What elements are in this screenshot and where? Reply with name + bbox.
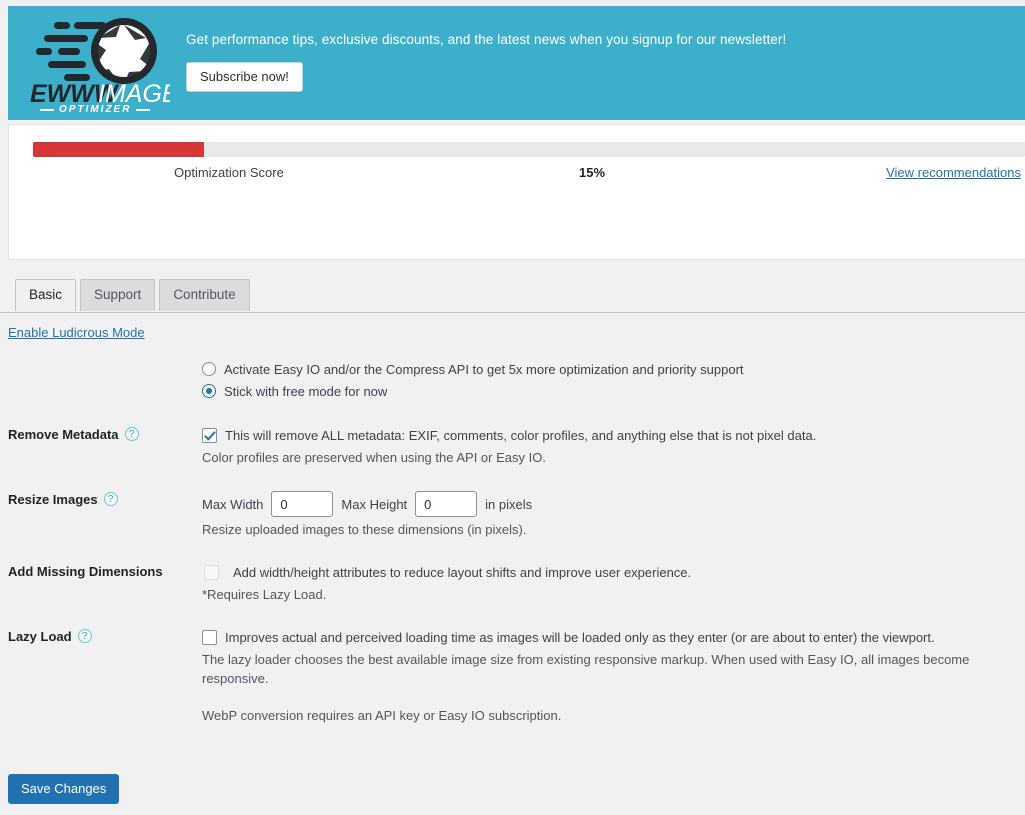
optimization-score-bar-track: [33, 142, 1025, 157]
add-missing-dimensions-option: Add width/height attributes to reduce la…: [202, 563, 1015, 582]
remove-metadata-description: Color profiles are preserved when using …: [202, 450, 546, 465]
add-missing-dimensions-body: Add width/height attributes to reduce la…: [202, 563, 1025, 604]
add-missing-dimensions-title: Add Missing Dimensions: [8, 564, 163, 579]
add-missing-dimensions-checkbox-label: Add width/height attributes to reduce la…: [233, 565, 692, 580]
remove-metadata-row: Remove Metadata ? This will remove ALL m…: [0, 426, 1025, 467]
lazy-load-label-cell: Lazy Load ?: [0, 628, 202, 688]
mode-label-cell: [0, 360, 202, 404]
optimization-score-value: 15%: [579, 165, 606, 180]
optimization-score-label: Optimization Score: [174, 165, 284, 180]
logo-tagline: OPTIMIZER: [59, 104, 132, 115]
resize-dimensions-line: Max Width Max Height in pixels: [202, 491, 1015, 517]
lazy-load-row: Lazy Load ? Improves actual and perceive…: [0, 628, 1025, 688]
lazy-load-option[interactable]: Improves actual and perceived loading ti…: [202, 628, 1015, 647]
mode-row: Activate Easy IO and/or the Compress API…: [0, 360, 1025, 404]
subscribe-button[interactable]: Subscribe now!: [186, 62, 303, 92]
max-width-input[interactable]: [271, 491, 334, 517]
resize-images-label-cell: Resize Images ?: [0, 491, 202, 539]
max-width-label: Max Width: [202, 496, 264, 512]
checkbox-lazy-load[interactable]: [202, 630, 217, 645]
tab-basic[interactable]: Basic: [15, 279, 77, 311]
ewww-image-optimizer-logo-icon: EWWW IMAGE: [30, 18, 170, 108]
mode-options: Activate Easy IO and/or the Compress API…: [202, 360, 1025, 404]
pixels-units-label: in pixels: [485, 496, 533, 512]
add-missing-dimensions-description: *Requires Lazy Load.: [202, 587, 327, 602]
enable-ludicrous-mode-link[interactable]: Enable Ludicrous Mode: [8, 325, 145, 340]
lazy-load-title: Lazy Load: [8, 629, 72, 644]
add-missing-dimensions-row: Add Missing Dimensions Add width/height …: [0, 563, 1025, 604]
max-height-label: Max Height: [341, 496, 408, 512]
radio-option-free-mode[interactable]: Stick with free mode for now: [202, 382, 1015, 401]
remove-metadata-body: This will remove ALL metadata: EXIF, com…: [202, 426, 1025, 467]
optimization-score-bar-fill: [33, 142, 205, 157]
remove-metadata-option[interactable]: This will remove ALL metadata: EXIF, com…: [202, 426, 1015, 445]
checkbox-remove-metadata[interactable]: [202, 428, 217, 443]
resize-images-body: Max Width Max Height in pixels Resize up…: [202, 491, 1025, 539]
settings-form: Activate Easy IO and/or the Compress API…: [0, 360, 1025, 712]
radio-activate-easyio-label: Activate Easy IO and/or the Compress API…: [224, 362, 744, 377]
settings-tabs: Basic Support Contribute: [15, 279, 250, 311]
tab-support[interactable]: Support: [80, 279, 156, 311]
add-missing-dimensions-label-cell: Add Missing Dimensions: [0, 563, 202, 604]
newsletter-message: Get performance tips, exclusive discount…: [186, 32, 787, 47]
radio-activate-easyio[interactable]: [202, 362, 216, 376]
view-recommendations-link[interactable]: View recommendations: [886, 165, 1021, 180]
resize-images-row: Resize Images ? Max Width Max Height in …: [0, 491, 1025, 539]
lazy-load-description: The lazy loader chooses the best availab…: [202, 652, 970, 686]
tab-underline: [0, 312, 1025, 313]
optimization-score-panel: Optimization Score 15% View recommendati…: [8, 124, 1025, 260]
remove-metadata-title: Remove Metadata: [8, 427, 119, 442]
newsletter-banner: EWWW IMAGE OPTIMIZER Get performance tip…: [8, 6, 1025, 120]
logo-rule-right: [136, 108, 151, 111]
remove-metadata-checkbox-label: This will remove ALL metadata: EXIF, com…: [225, 428, 817, 443]
optimization-score-row: Optimization Score 15% View recommendati…: [9, 165, 1025, 185]
webp-conversion-note: WebP conversion requires an API key or E…: [202, 708, 562, 723]
radio-option-activate[interactable]: Activate Easy IO and/or the Compress API…: [202, 360, 1015, 379]
radio-free-mode-label: Stick with free mode for now: [224, 384, 388, 399]
help-icon-resize-images[interactable]: ?: [103, 492, 118, 506]
resize-images-description: Resize uploaded images to these dimensio…: [202, 522, 527, 537]
logo-rule-left: [40, 108, 54, 111]
save-changes-button[interactable]: Save Changes: [8, 774, 120, 804]
max-height-input[interactable]: [415, 491, 478, 517]
lazy-load-body: Improves actual and perceived loading ti…: [202, 628, 1025, 688]
ewww-logo: EWWW IMAGE OPTIMIZER: [8, 6, 178, 115]
help-icon-remove-metadata[interactable]: ?: [124, 427, 139, 441]
tab-contribute[interactable]: Contribute: [159, 279, 250, 311]
help-icon-lazy-load[interactable]: ?: [77, 629, 92, 643]
lazy-load-checkbox-label: Improves actual and perceived loading ti…: [225, 630, 935, 645]
resize-images-title: Resize Images: [8, 492, 98, 507]
remove-metadata-label-cell: Remove Metadata ?: [0, 426, 202, 467]
radio-free-mode[interactable]: [202, 384, 216, 398]
newsletter-copy: Get performance tips, exclusive discount…: [178, 6, 786, 92]
checkbox-add-missing-dimensions: [204, 565, 219, 580]
